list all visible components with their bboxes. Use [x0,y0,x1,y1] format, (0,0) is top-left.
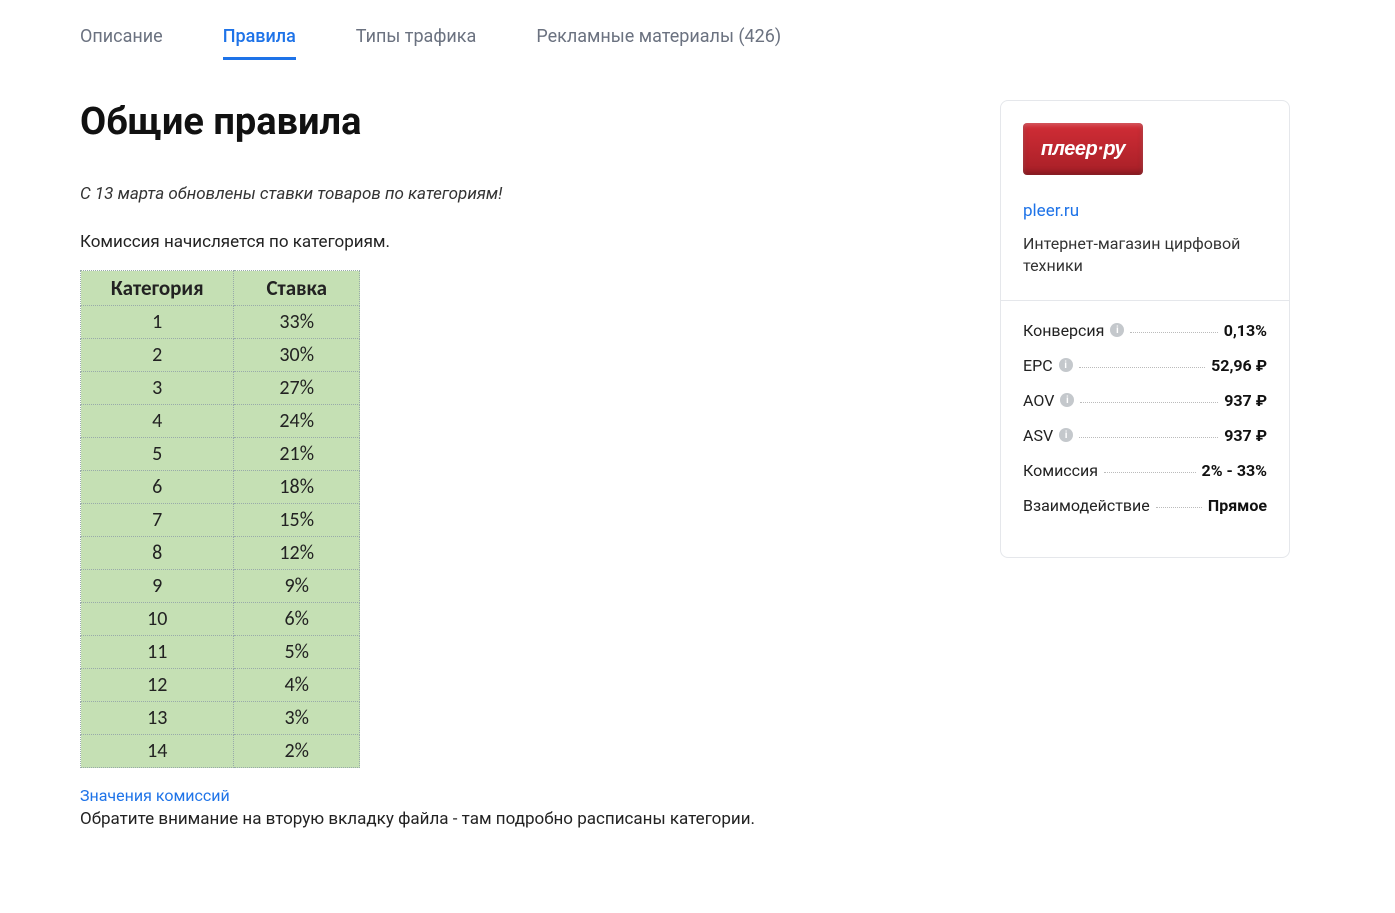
stat-row: Конверсияi 0,13% [1023,321,1267,340]
stat-value: 2% - 33% [1202,461,1267,480]
stat-filler [1104,472,1195,473]
stat-filler [1079,437,1218,438]
rate-value: 21% [234,438,360,471]
table-row: 812% [81,537,360,570]
table-row: 133% [81,702,360,735]
table-row: 124% [81,669,360,702]
stat-value: 0,13% [1224,321,1267,340]
main-content: Общие правила С 13 марта обновлены ставк… [80,100,960,829]
stat-label: Взаимодействие [1023,496,1150,515]
rate-value: 27% [234,372,360,405]
rate-category: 8 [81,537,234,570]
rate-category: 6 [81,471,234,504]
rate-value: 30% [234,339,360,372]
rates-table: Категория Ставка 133%230%327%424%521%618… [80,270,360,768]
rate-value: 6% [234,603,360,636]
program-sidebar: плеер·ру pleer.ru Интернет-магазин цирфо… [1000,100,1290,558]
intro-text: Комиссия начисляется по категориям. [80,232,960,252]
rates-head-category: Категория [81,271,234,306]
rate-category: 11 [81,636,234,669]
stat-row: Комиссия 2% - 33% [1023,461,1267,480]
table-row: 327% [81,372,360,405]
rate-category: 4 [81,405,234,438]
table-row: 521% [81,438,360,471]
stat-filler [1080,402,1218,403]
rate-value: 12% [234,537,360,570]
tabs-nav: Описание Правила Типы трафика Рекламные мат… [80,20,1315,60]
rate-value: 3% [234,702,360,735]
stat-label: EPCi [1023,356,1073,375]
rate-category: 5 [81,438,234,471]
stat-row: ASVi 937 ₽ [1023,426,1267,445]
rate-value: 9% [234,570,360,603]
rate-value: 5% [234,636,360,669]
stat-value: 937 ₽ [1224,391,1267,410]
table-row: 133% [81,306,360,339]
stat-filler [1079,367,1205,368]
stat-label: ASVi [1023,426,1073,445]
table-row: 115% [81,636,360,669]
tab-3[interactable]: Рекламные материалы (426) [536,20,781,60]
rate-category: 1 [81,306,234,339]
stat-label: AOVi [1023,391,1074,410]
info-icon[interactable]: i [1060,393,1074,407]
rate-category: 2 [81,339,234,372]
page-title: Общие правила [80,100,960,144]
sidebar-divider [1001,300,1289,301]
rate-category: 12 [81,669,234,702]
table-row: 142% [81,735,360,768]
rate-value: 15% [234,504,360,537]
rate-category: 10 [81,603,234,636]
table-row: 230% [81,339,360,372]
rate-category: 14 [81,735,234,768]
commission-values-link[interactable]: Значения комиссий [80,786,230,805]
tab-1[interactable]: Правила [223,20,296,60]
rate-category: 3 [81,372,234,405]
rate-value: 33% [234,306,360,339]
info-icon[interactable]: i [1059,428,1073,442]
update-notice: С 13 марта обновлены ставки товаров по к… [80,184,960,204]
stat-filler [1130,332,1217,333]
tab-0[interactable]: Описание [80,20,163,60]
brand-description: Интернет-магазин цирфовой техники [1023,233,1267,278]
stat-row: Взаимодействие Прямое [1023,496,1267,515]
stat-value: 937 ₽ [1224,426,1267,445]
stat-value: 52,96 ₽ [1211,356,1267,375]
info-icon[interactable]: i [1059,358,1073,372]
rates-head-rate: Ставка [234,271,360,306]
brand-logo: плеер·ру [1023,123,1143,175]
rate-value: 18% [234,471,360,504]
brand-link[interactable]: pleer.ru [1023,201,1079,221]
rate-category: 9 [81,570,234,603]
rate-value: 4% [234,669,360,702]
stat-label: Комиссия [1023,461,1098,480]
rate-category: 7 [81,504,234,537]
stat-label: Конверсияi [1023,321,1124,340]
table-row: 715% [81,504,360,537]
rate-value: 2% [234,735,360,768]
rate-category: 13 [81,702,234,735]
stat-filler [1156,507,1202,508]
stat-value: Прямое [1208,496,1267,515]
table-row: 99% [81,570,360,603]
rate-value: 24% [234,405,360,438]
table-row: 618% [81,471,360,504]
stat-row: EPCi 52,96 ₽ [1023,356,1267,375]
stat-row: AOVi 937 ₽ [1023,391,1267,410]
footnote: Обратите внимание на вторую вкладку файл… [80,809,960,829]
info-icon[interactable]: i [1110,323,1124,337]
tab-2[interactable]: Типы трафика [356,20,477,60]
table-row: 424% [81,405,360,438]
table-row: 106% [81,603,360,636]
